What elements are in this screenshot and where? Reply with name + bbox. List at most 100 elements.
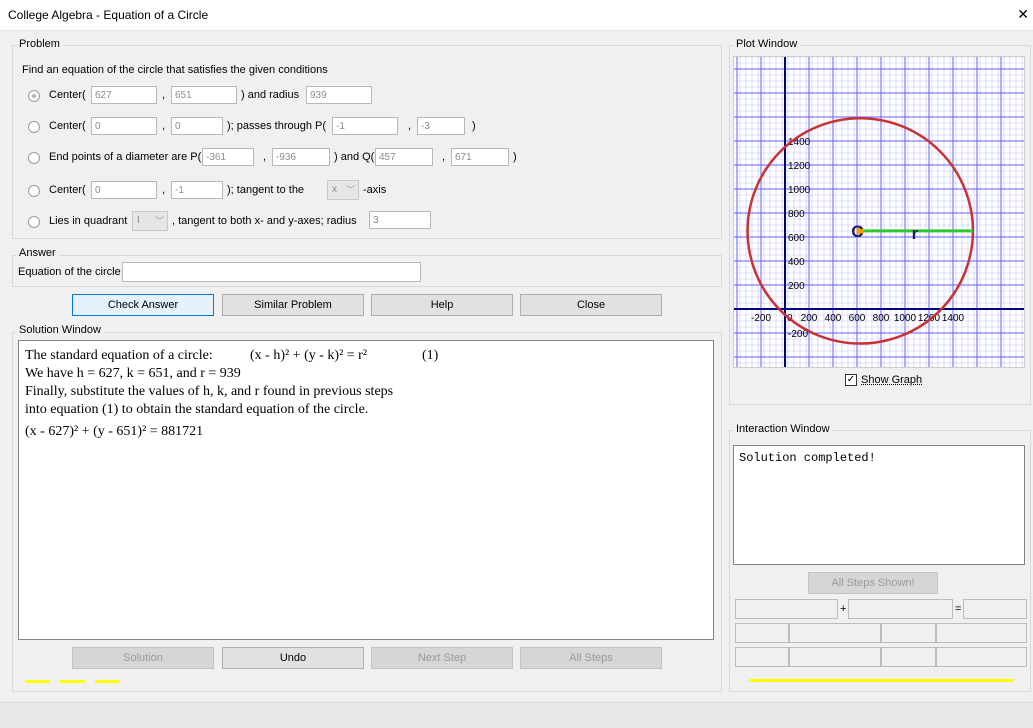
option-passes-through-radio[interactable] (28, 121, 40, 133)
y-tick-label: 800 (788, 209, 805, 220)
option-center-radius-radio[interactable] (28, 90, 40, 102)
x-tick-label: 400 (825, 313, 842, 324)
opt5-label: Lies in quadrant (49, 215, 128, 227)
x-tick-label: 1400 (942, 313, 965, 324)
answer-input[interactable] (122, 262, 421, 282)
opt3-close: ) (513, 151, 517, 163)
opt3-py-field[interactable]: -936 (272, 148, 330, 166)
x-tick-label: 200 (801, 313, 818, 324)
opt2-py-field[interactable]: -3 (417, 117, 465, 135)
grid-cell[interactable] (936, 623, 1027, 643)
opt2-comma: , (162, 120, 166, 132)
opt1-y-field[interactable]: 651 (171, 86, 237, 104)
next-step-button[interactable]: Next Step (371, 647, 513, 669)
opt1-center-label: Center( (49, 89, 86, 101)
answer-label: Equation of the circle (18, 266, 121, 278)
similar-problem-button[interactable]: Similar Problem (222, 294, 364, 316)
solution-line-4: into equation (1) to obtain the standard… (25, 402, 369, 417)
option-quadrant-radio[interactable] (28, 216, 40, 228)
opt5-radius-field[interactable]: 3 (369, 211, 431, 229)
problem-instruction: Find an equation of the circle that sati… (22, 64, 328, 76)
plot-legend: Plot Window (733, 38, 801, 50)
close-icon[interactable]: ✕ (1017, 6, 1029, 23)
opt2-comma2: , (408, 120, 412, 132)
opt4-center-label: Center( (49, 184, 86, 196)
grid-cell[interactable] (789, 623, 881, 643)
opt4-y-field[interactable]: -1 (171, 181, 223, 199)
opt2-center-label: Center( (49, 120, 86, 132)
opt4-x-field[interactable]: 0 (91, 181, 157, 199)
input-cell[interactable] (735, 599, 838, 619)
chevron-down-icon: ﹀ (154, 216, 164, 226)
plot-canvas[interactable]: -200 0 200 400 600 800 1000 1200 1400 1400 1200 100… (733, 56, 1025, 368)
axis-select[interactable]: x ﹀ (327, 180, 359, 200)
axis-select-value: x (332, 184, 337, 195)
undo-button[interactable]: Undo (222, 647, 364, 669)
close-button[interactable]: Close (520, 294, 662, 316)
all-steps-button[interactable]: All Steps (520, 647, 662, 669)
status-bar (0, 702, 1033, 728)
opt1-comma: , (162, 89, 166, 101)
grid-cell[interactable] (881, 623, 936, 643)
input-cell[interactable] (963, 599, 1027, 619)
x-tick-label: -200 (751, 313, 771, 324)
grid-cell[interactable] (735, 623, 789, 643)
equals-sign: = (955, 603, 962, 615)
opt3-comma: , (263, 151, 267, 163)
opt2-y-field[interactable]: 0 (171, 117, 223, 135)
all-steps-shown-button[interactable]: All Steps Shown! (808, 572, 938, 594)
option-tangent-axis-radio[interactable] (28, 185, 40, 197)
opt4-axis-suffix: -axis (363, 184, 387, 196)
opt3-label: End points of a diameter are P( (49, 151, 202, 163)
grid-cell[interactable] (936, 647, 1027, 667)
y-tick-label: 600 (788, 233, 805, 244)
opt2-x-field[interactable]: 0 (91, 117, 157, 135)
grid-cell[interactable] (735, 647, 789, 667)
solution-window: The standard equation of a circle: (x - … (18, 340, 714, 640)
y-tick-label: 200 (788, 281, 805, 292)
input-cell[interactable] (848, 599, 953, 619)
help-button[interactable]: Help (371, 294, 513, 316)
solution-button[interactable]: Solution (72, 647, 214, 669)
opt1-x-field[interactable]: 627 (91, 86, 157, 104)
y-tick-label: 1000 (788, 185, 811, 196)
grid-cell[interactable] (881, 647, 936, 667)
opt1-radius-label: ) and radius (241, 89, 300, 101)
opt4-comma: , (162, 184, 166, 196)
opt3-q-label: ) and Q( (334, 151, 375, 163)
solution-line-1-number: (1) (422, 348, 439, 363)
x-tick-label: 600 (849, 313, 866, 324)
y-tick-label: 1200 (788, 161, 811, 172)
radius-label: r (912, 224, 919, 243)
interaction-window: Solution completed! (733, 445, 1025, 565)
interaction-message: Solution completed! (739, 451, 876, 465)
grid-cell[interactable] (789, 647, 881, 667)
progress-marker (95, 680, 120, 683)
show-graph-checkbox[interactable]: ✓ (845, 374, 857, 386)
option-diameter-radio[interactable] (28, 152, 40, 164)
interaction-progress-bar (749, 679, 1014, 682)
solution-line-2: We have h = 627, k = 651, and r = 939 (25, 366, 241, 381)
interaction-legend: Interaction Window (733, 423, 833, 435)
opt3-px-field[interactable]: -361 (202, 148, 254, 166)
opt3-qx-field[interactable]: 457 (375, 148, 433, 166)
solution-line-1-equation: (x - h)² + (y - k)² = r² (250, 348, 368, 363)
opt2-px-field[interactable]: -1 (332, 117, 398, 135)
problem-legend: Problem (16, 38, 63, 50)
title-bar: College Algebra - Equation of a Circle ✕ (0, 0, 1033, 31)
x-tick-label: 800 (873, 313, 890, 324)
window-title: College Algebra - Equation of a Circle (8, 8, 209, 22)
quadrant-select[interactable]: I ﹀ (132, 211, 168, 231)
show-graph-label[interactable]: Show Graph (861, 374, 922, 386)
opt5-tangent-label: , tangent to both x- and y-axes; radius (172, 215, 357, 227)
center-label: C (851, 222, 863, 241)
x-tick-label: 1000 (894, 313, 917, 324)
answer-legend: Answer (16, 247, 59, 259)
circle-plot: -200 0 200 400 600 800 1000 1200 140014001200100… (734, 57, 1024, 367)
check-answer-button[interactable]: Check Answer (72, 294, 214, 316)
opt1-radius-field[interactable]: 939 (306, 86, 372, 104)
chevron-down-icon: ﹀ (345, 185, 355, 195)
solution-line-3: Finally, substitute the values of h, k, … (25, 384, 394, 399)
opt3-qy-field[interactable]: 671 (451, 148, 509, 166)
quadrant-select-value: I (137, 215, 140, 226)
